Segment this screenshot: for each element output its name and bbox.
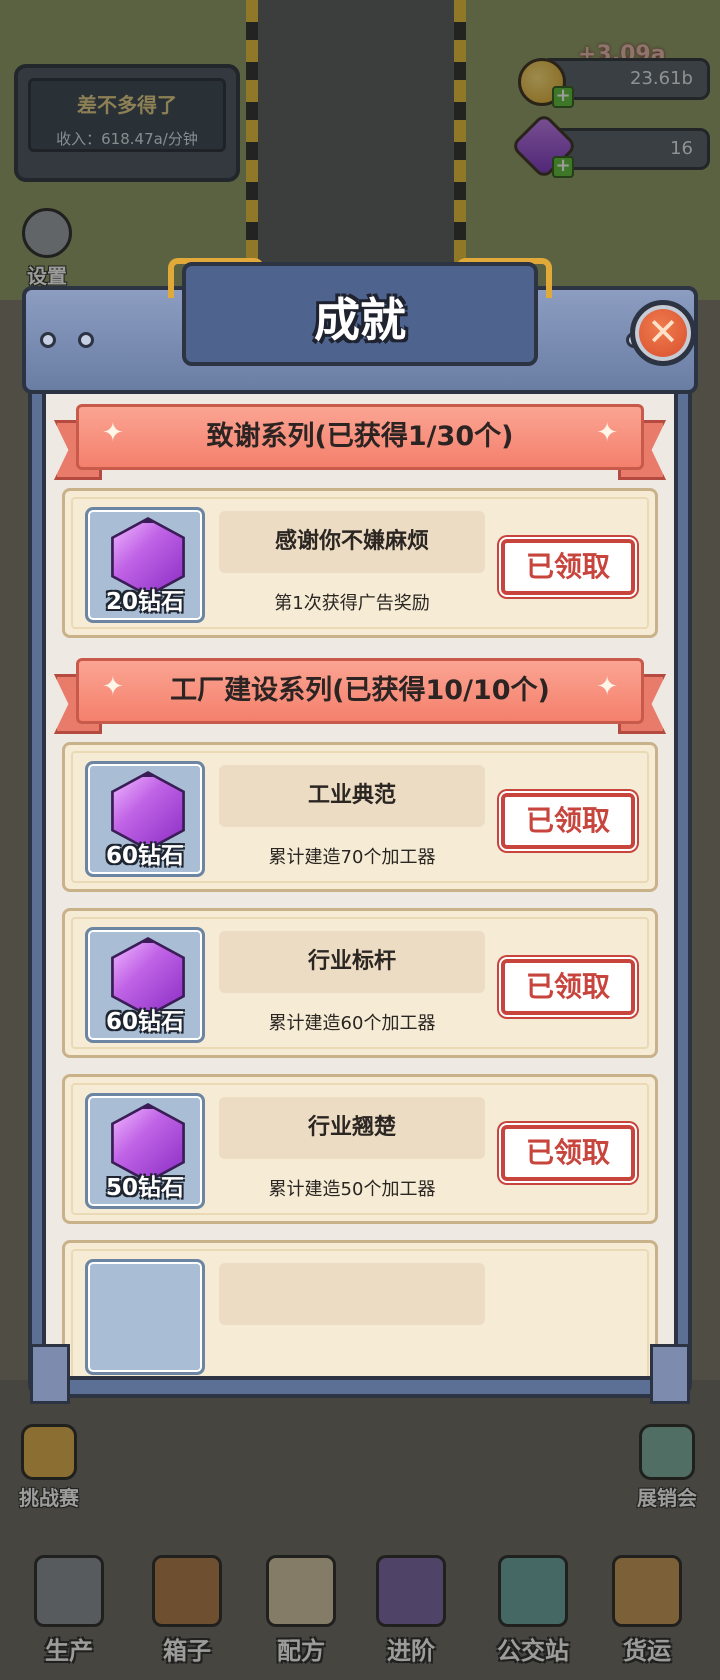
reward-box: 50钻石 — [85, 1093, 205, 1209]
sparkle-icon: ✦ — [596, 672, 618, 702]
achievements-scroll-list[interactable]: 致谢系列(已获得1/30个) ✦ ✦ 20钻石 感谢你不嫌麻烦 第1次获得广告奖… — [46, 384, 674, 1376]
section-title: 工厂建设系列(已获得10/10个) — [76, 658, 644, 724]
achievement-description: 第1次获得广告奖励 — [274, 593, 430, 614]
achievement-card: 50钻石 行业翘楚 累计建造50个加工器 已领取 — [62, 1074, 658, 1224]
achievements-modal: 致谢系列(已获得1/30个) ✦ ✦ 20钻石 感谢你不嫌麻烦 第1次获得广告奖… — [22, 250, 698, 1404]
reward-amount: 20钻石 — [105, 589, 184, 615]
achievements-list-container[interactable]: 致谢系列(已获得1/30个) ✦ ✦ 20钻石 感谢你不嫌麻烦 第1次获得广告奖… — [42, 380, 678, 1380]
reward-box: 60钻石 — [85, 927, 205, 1043]
achievement-description: 累计建造50个加工器 — [268, 1179, 436, 1200]
reward-box — [85, 1259, 205, 1375]
sparkle-icon: ✦ — [596, 418, 618, 448]
frame-corner — [650, 1344, 690, 1404]
claimed-button[interactable]: 已领取 — [501, 959, 635, 1015]
claimed-button[interactable]: 已领取 — [501, 1125, 635, 1181]
rivet — [40, 332, 56, 348]
achievement-name: 感谢你不嫌麻烦 — [219, 511, 485, 573]
achievement-name-placeholder — [219, 1263, 485, 1325]
sparkle-icon: ✦ — [102, 418, 124, 448]
title-plate: 成就 — [182, 262, 538, 366]
achievement-name: 行业标杆 — [219, 931, 485, 993]
achievement-description: 累计建造70个加工器 — [268, 847, 436, 868]
achievement-card: 60钻石 行业标杆 累计建造60个加工器 已领取 — [62, 908, 658, 1058]
sparkle-icon: ✦ — [102, 672, 124, 702]
section-banner-factory: 工厂建设系列(已获得10/10个) ✦ ✦ — [54, 658, 666, 734]
achievement-card-partial — [62, 1240, 658, 1376]
claimed-button[interactable]: 已领取 — [501, 539, 635, 595]
close-button[interactable]: ✕ — [630, 300, 696, 366]
claimed-button[interactable]: 已领取 — [501, 793, 635, 849]
reward-amount: 50钻石 — [105, 1175, 184, 1201]
achievement-card: 60钻石 工业典范 累计建造70个加工器 已领取 — [62, 742, 658, 892]
modal-title: 成就 — [314, 293, 406, 347]
achievement-name: 工业典范 — [219, 765, 485, 827]
section-title: 致谢系列(已获得1/30个) — [76, 404, 644, 470]
rivet — [78, 332, 94, 348]
reward-amount: 60钻石 — [105, 1009, 184, 1035]
reward-amount: 60钻石 — [105, 843, 184, 869]
section-banner-thanks: 致谢系列(已获得1/30个) ✦ ✦ — [54, 404, 666, 480]
reward-box: 20钻石 — [85, 507, 205, 623]
achievement-description: 累计建造60个加工器 — [268, 1013, 436, 1034]
reward-box: 60钻石 — [85, 761, 205, 877]
close-icon: ✕ — [647, 310, 679, 354]
frame-corner — [30, 1344, 70, 1404]
achievement-name: 行业翘楚 — [219, 1097, 485, 1159]
achievement-card: 20钻石 感谢你不嫌麻烦 第1次获得广告奖励 已领取 — [62, 488, 658, 638]
